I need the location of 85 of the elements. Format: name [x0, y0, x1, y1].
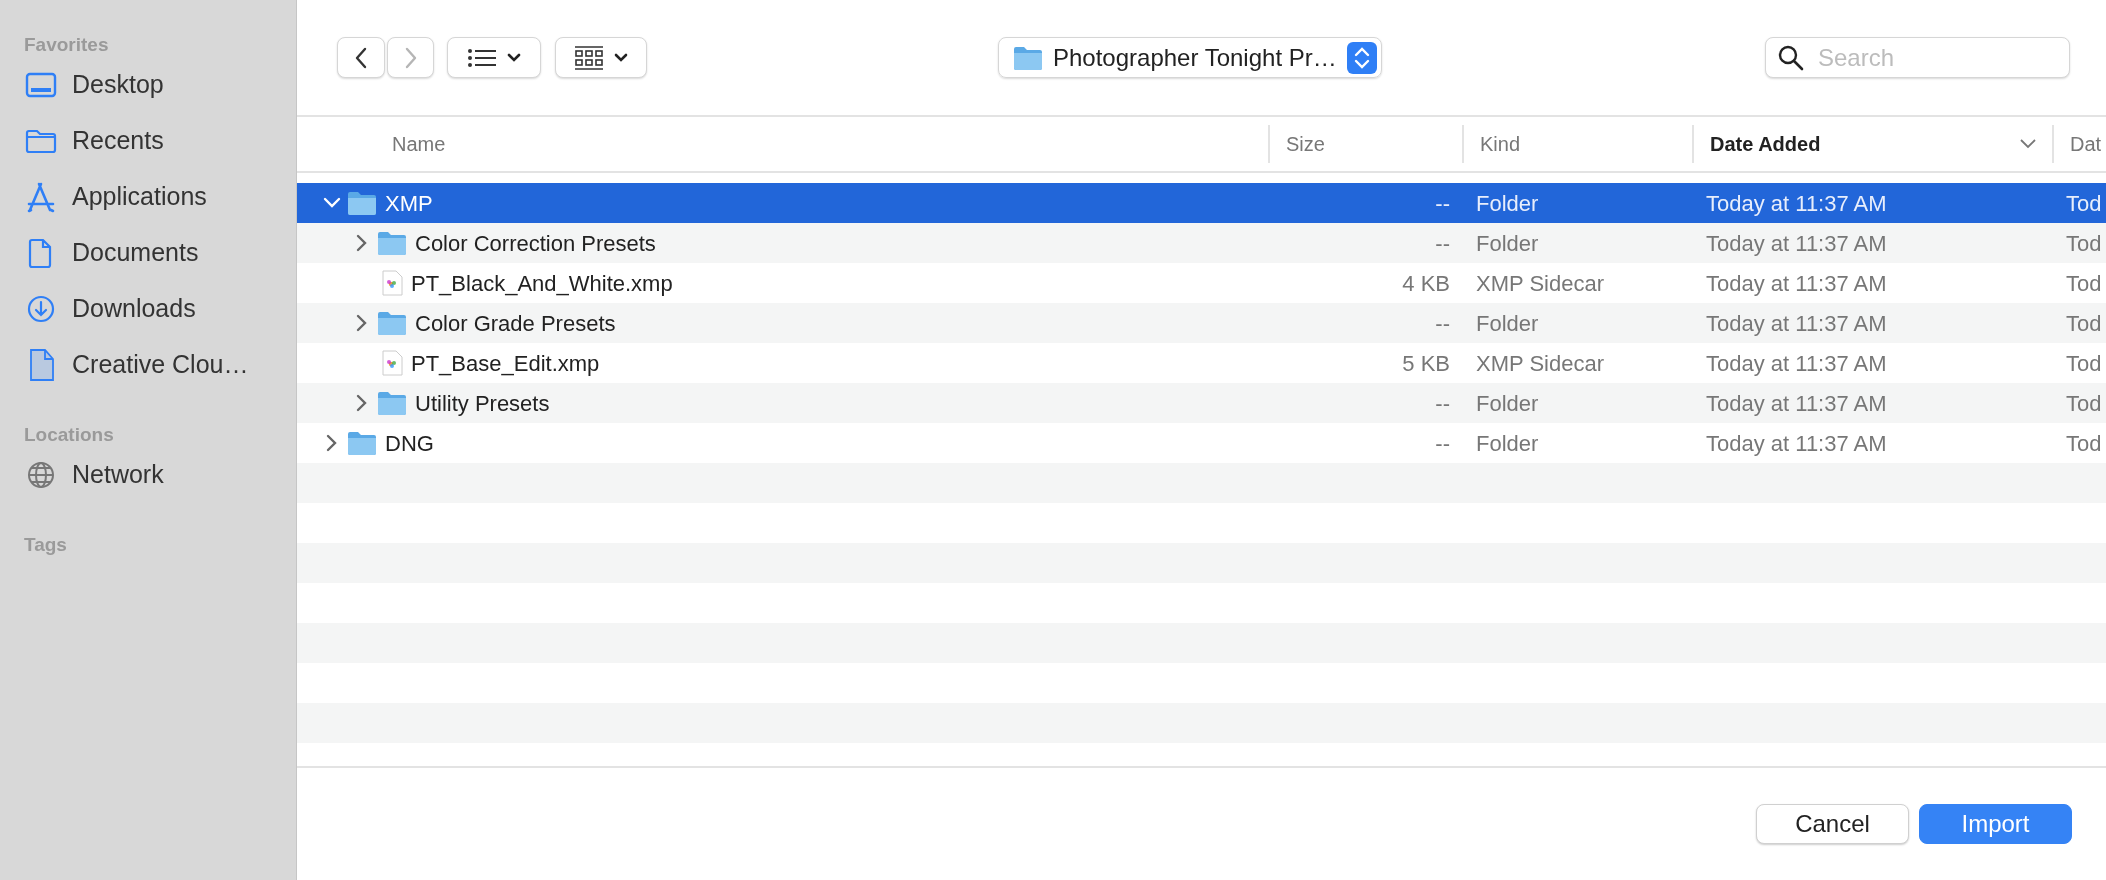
cancel-button[interactable]: Cancel: [1756, 804, 1909, 844]
sidebar-item[interactable]: Downloads: [24, 281, 296, 337]
column-header[interactable]: Dat: [2070, 129, 2102, 159]
disclosure-chevron-icon[interactable]: [326, 434, 338, 452]
column-header[interactable]: Kind: [1480, 129, 1521, 159]
file-size: --: [1435, 190, 1450, 216]
chevron-right-icon: [403, 46, 418, 69]
date-text: Tod: [2066, 390, 2102, 416]
file-row[interactable]: Color Grade Presets -- Folder Today at 11:37 AM Tod: [297, 303, 2106, 343]
file-name: PT_Base_Edit.xmp: [411, 349, 600, 378]
folder-icon: [1013, 45, 1043, 70]
file-name: DNG: [385, 429, 434, 458]
date-added: Today at 11:37 AM: [1706, 190, 1887, 216]
file-kind: Folder: [1476, 190, 1539, 216]
file-size: --: [1435, 390, 1450, 416]
file-row[interactable]: XMP -- Folder Today at 11:37 AM Tod: [297, 183, 2106, 223]
disclosure-chevron-icon[interactable]: [356, 234, 368, 252]
list-icon: [467, 47, 497, 68]
sort-chevron-icon: [2020, 139, 2036, 149]
caret-icon: [614, 52, 628, 63]
date-text: Tod: [2066, 350, 2102, 376]
file-row[interactable]: PT_Base_Edit.xmp 5 KB XMP Sidecar Today at 11:37 AM Tod: [297, 343, 2106, 383]
date-text: Tod: [2066, 230, 2102, 256]
list-view-button[interactable]: [447, 37, 541, 78]
file-kind: Folder: [1476, 390, 1539, 416]
file-name: Utility Presets: [415, 389, 550, 418]
gallery-view-button[interactable]: [555, 37, 647, 78]
sidebar-item[interactable]: Creative Clou…: [24, 337, 296, 393]
stepper-icon: [1346, 41, 1377, 74]
file-kind: Folder: [1476, 310, 1539, 336]
folder-icon: [377, 231, 407, 255]
search-icon: [1778, 45, 1804, 71]
file-name: Color Correction Presets: [415, 229, 656, 258]
file-row[interactable]: Color Correction Presets -- Folder Today at 11:37 AM Tod: [297, 223, 2106, 263]
file-name: XMP: [385, 189, 433, 218]
date-text: Tod: [2066, 190, 2102, 216]
path-popup[interactable]: Photographer Tonight Pr…: [998, 37, 1382, 78]
sidebar-item[interactable]: Applications: [24, 169, 296, 225]
folder-icon: [377, 311, 407, 335]
sidebar-item[interactable]: Network: [24, 447, 296, 503]
file-size: 5 KB: [1402, 350, 1450, 376]
section-heading: Locations: [24, 423, 115, 447]
file-name: PT_Black_And_White.xmp: [411, 269, 673, 298]
sidebar-item[interactable]: Recents: [24, 113, 296, 169]
date-added: Today at 11:37 AM: [1706, 430, 1887, 456]
file-kind: XMP Sidecar: [1476, 350, 1604, 376]
column-header[interactable]: Size: [1286, 129, 1325, 159]
file-size: 4 KB: [1402, 270, 1450, 296]
file-icon: [381, 270, 403, 296]
column-header[interactable]: Name: [392, 129, 446, 159]
disclosure-chevron-icon[interactable]: [356, 314, 368, 332]
file-row[interactable]: PT_Black_And_White.xmp 4 KB XMP Sidecar Today at 11:37 AM Tod: [297, 263, 2106, 303]
file-name: Color Grade Presets: [415, 309, 616, 338]
back-button[interactable]: [337, 37, 385, 78]
file-icon: [381, 350, 403, 376]
date-text: Tod: [2066, 310, 2102, 336]
date-added: Today at 11:37 AM: [1706, 350, 1887, 376]
file-size: --: [1435, 430, 1450, 456]
folder-icon: [347, 191, 377, 215]
file-size: --: [1435, 310, 1450, 336]
search-field[interactable]: Search: [1765, 37, 2070, 78]
file-row[interactable]: DNG -- Folder Today at 11:37 AM Tod: [297, 423, 2106, 463]
file-size: --: [1435, 230, 1450, 256]
file-kind: Folder: [1476, 230, 1539, 256]
caret-icon: [507, 52, 521, 63]
chevron-left-icon: [354, 46, 368, 69]
date-added: Today at 11:37 AM: [1706, 230, 1887, 256]
disclosure-chevron-icon[interactable]: [356, 394, 368, 412]
date-added: Today at 11:37 AM: [1706, 270, 1887, 296]
file-kind: Folder: [1476, 430, 1539, 456]
file-row[interactable]: Utility Presets -- Folder Today at 11:37 AM Tod: [297, 383, 2106, 423]
sidebar-item[interactable]: Desktop: [24, 57, 296, 113]
date-text: Tod: [2066, 270, 2102, 296]
sidebar-item[interactable]: Documents: [24, 225, 296, 281]
column-header[interactable]: Date Added: [1710, 129, 1821, 159]
section-heading: Tags: [24, 533, 68, 557]
folder-icon: [347, 431, 377, 455]
date-added: Today at 11:37 AM: [1706, 390, 1887, 416]
grid-icon: [574, 45, 604, 70]
section-heading: Favorites: [24, 33, 110, 57]
import-button[interactable]: Import: [1919, 804, 2072, 844]
date-text: Tod: [2066, 430, 2102, 456]
date-added: Today at 11:37 AM: [1706, 310, 1887, 336]
file-kind: XMP Sidecar: [1476, 270, 1604, 296]
folder-icon: [377, 391, 407, 415]
